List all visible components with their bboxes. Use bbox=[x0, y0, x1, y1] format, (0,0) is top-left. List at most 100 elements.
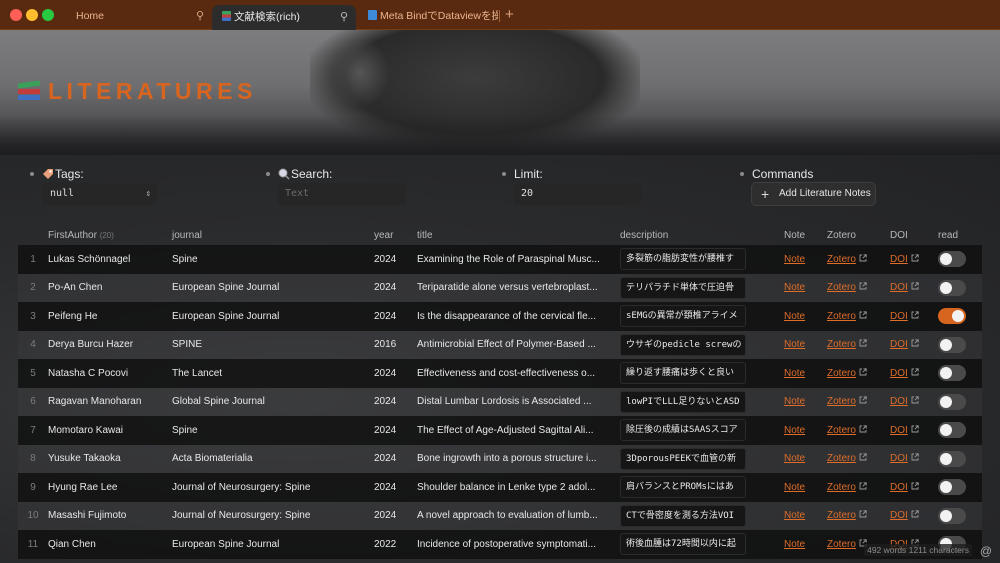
header-journal[interactable]: journal bbox=[172, 226, 374, 245]
description-cell: CTで骨密度を測る方法VOI bbox=[620, 501, 784, 530]
maximize-window-button[interactable] bbox=[42, 9, 54, 21]
doi-link[interactable]: DOI bbox=[890, 453, 908, 464]
description-field[interactable]: lowPIでLLL足りないとASD bbox=[620, 390, 746, 413]
note-link[interactable]: Note bbox=[784, 254, 805, 265]
zotero-link[interactable]: Zotero bbox=[827, 510, 856, 521]
note-link[interactable]: Note bbox=[784, 311, 805, 322]
description-field[interactable]: ウサギのpedicle screwの bbox=[620, 333, 746, 356]
doi-link[interactable]: DOI bbox=[890, 311, 908, 322]
first-author: Momotaro Kawai bbox=[48, 416, 172, 445]
description-field[interactable]: sEMGの異常が頚椎アライメ bbox=[620, 305, 746, 328]
header-note[interactable]: Note bbox=[784, 226, 827, 245]
note-link[interactable]: Note bbox=[784, 482, 805, 493]
row-index: 5 bbox=[18, 359, 48, 388]
note-link[interactable]: Note bbox=[784, 282, 805, 293]
year: 2024 bbox=[374, 473, 417, 502]
header-author[interactable]: FirstAuthor (20) bbox=[48, 226, 172, 245]
first-author: Yusuke Takaoka bbox=[48, 444, 172, 473]
zotero-link[interactable]: Zotero bbox=[827, 539, 856, 550]
at-sign-icon[interactable]: @ bbox=[980, 544, 992, 558]
read-toggle[interactable] bbox=[938, 279, 966, 296]
header-description[interactable]: description bbox=[620, 226, 784, 245]
magnifier-icon bbox=[278, 168, 290, 180]
note-link[interactable]: Note bbox=[784, 368, 805, 379]
zotero-link[interactable]: Zotero bbox=[827, 368, 856, 379]
zotero-link[interactable]: Zotero bbox=[827, 311, 856, 322]
doi-cell: DOI bbox=[890, 245, 938, 274]
title: Shoulder balance in Lenke type 2 adol... bbox=[417, 473, 620, 502]
header-title[interactable]: title bbox=[417, 226, 620, 245]
zotero-link[interactable]: Zotero bbox=[827, 339, 856, 350]
external-link-icon bbox=[859, 311, 867, 319]
read-toggle[interactable] bbox=[938, 365, 966, 382]
page-title: LITERATURES bbox=[17, 78, 257, 105]
header-zotero[interactable]: Zotero bbox=[827, 226, 890, 245]
doi-link[interactable]: DOI bbox=[890, 396, 908, 407]
pin-icon[interactable]: ⚲ bbox=[340, 5, 348, 29]
bullet bbox=[502, 172, 506, 176]
tags-select[interactable]: null ⇕ bbox=[42, 183, 157, 205]
doi-cell: DOI bbox=[890, 416, 938, 445]
new-tab-button[interactable]: + bbox=[505, 6, 514, 23]
doi-link[interactable]: DOI bbox=[890, 510, 908, 521]
read-toggle[interactable] bbox=[938, 479, 966, 496]
note-link[interactable]: Note bbox=[784, 539, 805, 550]
description-field[interactable]: 3DporousPEEKで血管の新 bbox=[620, 447, 746, 470]
read-toggle[interactable] bbox=[938, 308, 966, 325]
minimize-window-button[interactable] bbox=[26, 9, 38, 21]
tab-meta-bind[interactable]: Meta BindでDataviewを操... bbox=[358, 4, 498, 28]
zotero-link[interactable]: Zotero bbox=[827, 453, 856, 464]
note-link[interactable]: Note bbox=[784, 425, 805, 436]
tab-label: Meta BindでDataviewを操... bbox=[380, 10, 498, 22]
note-link[interactable]: Note bbox=[784, 453, 805, 464]
read-toggle[interactable] bbox=[938, 450, 966, 467]
header-doi[interactable]: DOI bbox=[890, 226, 938, 245]
doi-link[interactable]: DOI bbox=[890, 282, 908, 293]
close-window-button[interactable] bbox=[10, 9, 22, 21]
add-literature-notes-button[interactable]: + Add Literature Notes bbox=[751, 182, 876, 206]
toggle-knob bbox=[940, 253, 952, 266]
doi-link[interactable]: DOI bbox=[890, 254, 908, 265]
read-toggle[interactable] bbox=[938, 507, 966, 524]
zotero-link[interactable]: Zotero bbox=[827, 254, 856, 265]
pin-icon[interactable]: ⚲ bbox=[196, 4, 204, 28]
bullet bbox=[740, 172, 744, 176]
tab-literature-search[interactable]: 文献検索(rich) ⚲ bbox=[212, 5, 356, 30]
description-field[interactable]: 除圧後の成績はSAASスコア bbox=[620, 419, 746, 442]
description-field[interactable]: CTで骨密度を測る方法VOI bbox=[620, 504, 746, 527]
doi-link[interactable]: DOI bbox=[890, 482, 908, 493]
doi-link[interactable]: DOI bbox=[890, 425, 908, 436]
note-link[interactable]: Note bbox=[784, 396, 805, 407]
doi-link[interactable]: DOI bbox=[890, 368, 908, 379]
first-author: Masashi Fujimoto bbox=[48, 501, 172, 530]
read-toggle[interactable] bbox=[938, 336, 966, 353]
header-year[interactable]: year bbox=[374, 226, 417, 245]
read-cell bbox=[938, 444, 982, 473]
external-link-icon bbox=[859, 254, 867, 262]
limit-input[interactable]: 20 bbox=[514, 183, 642, 205]
zotero-link[interactable]: Zotero bbox=[827, 282, 856, 293]
zotero-link[interactable]: Zotero bbox=[827, 425, 856, 436]
plus-icon: + bbox=[761, 186, 770, 202]
title: Bone ingrowth into a porous structure i.… bbox=[417, 444, 620, 473]
description-field[interactable]: 術後血腫は72時間以内に起 bbox=[620, 533, 746, 556]
read-toggle[interactable] bbox=[938, 422, 966, 439]
tab-home[interactable]: Home ⚲ bbox=[66, 4, 212, 28]
description-field[interactable]: 多裂筋の脂肪変性が腰椎す bbox=[620, 248, 746, 271]
zotero-link[interactable]: Zotero bbox=[827, 396, 856, 407]
search-input[interactable]: Text bbox=[278, 183, 406, 205]
read-toggle[interactable] bbox=[938, 251, 966, 268]
year: 2016 bbox=[374, 330, 417, 359]
zotero-link[interactable]: Zotero bbox=[827, 482, 856, 493]
header-read[interactable]: read bbox=[938, 226, 982, 245]
note-link[interactable]: Note bbox=[784, 339, 805, 350]
read-toggle[interactable] bbox=[938, 393, 966, 410]
description-field[interactable]: 繰り返す腰痛は歩くと良い bbox=[620, 362, 746, 385]
doi-link[interactable]: DOI bbox=[890, 339, 908, 350]
description-field[interactable]: テリパラチド単体で圧迫骨 bbox=[620, 276, 746, 299]
note-link[interactable]: Note bbox=[784, 510, 805, 521]
zotero-cell: Zotero bbox=[827, 387, 890, 416]
description-field[interactable]: 肩バランスとPROMsにはあ bbox=[620, 476, 746, 499]
note-cell: Note bbox=[784, 245, 827, 274]
zotero-cell: Zotero bbox=[827, 302, 890, 331]
